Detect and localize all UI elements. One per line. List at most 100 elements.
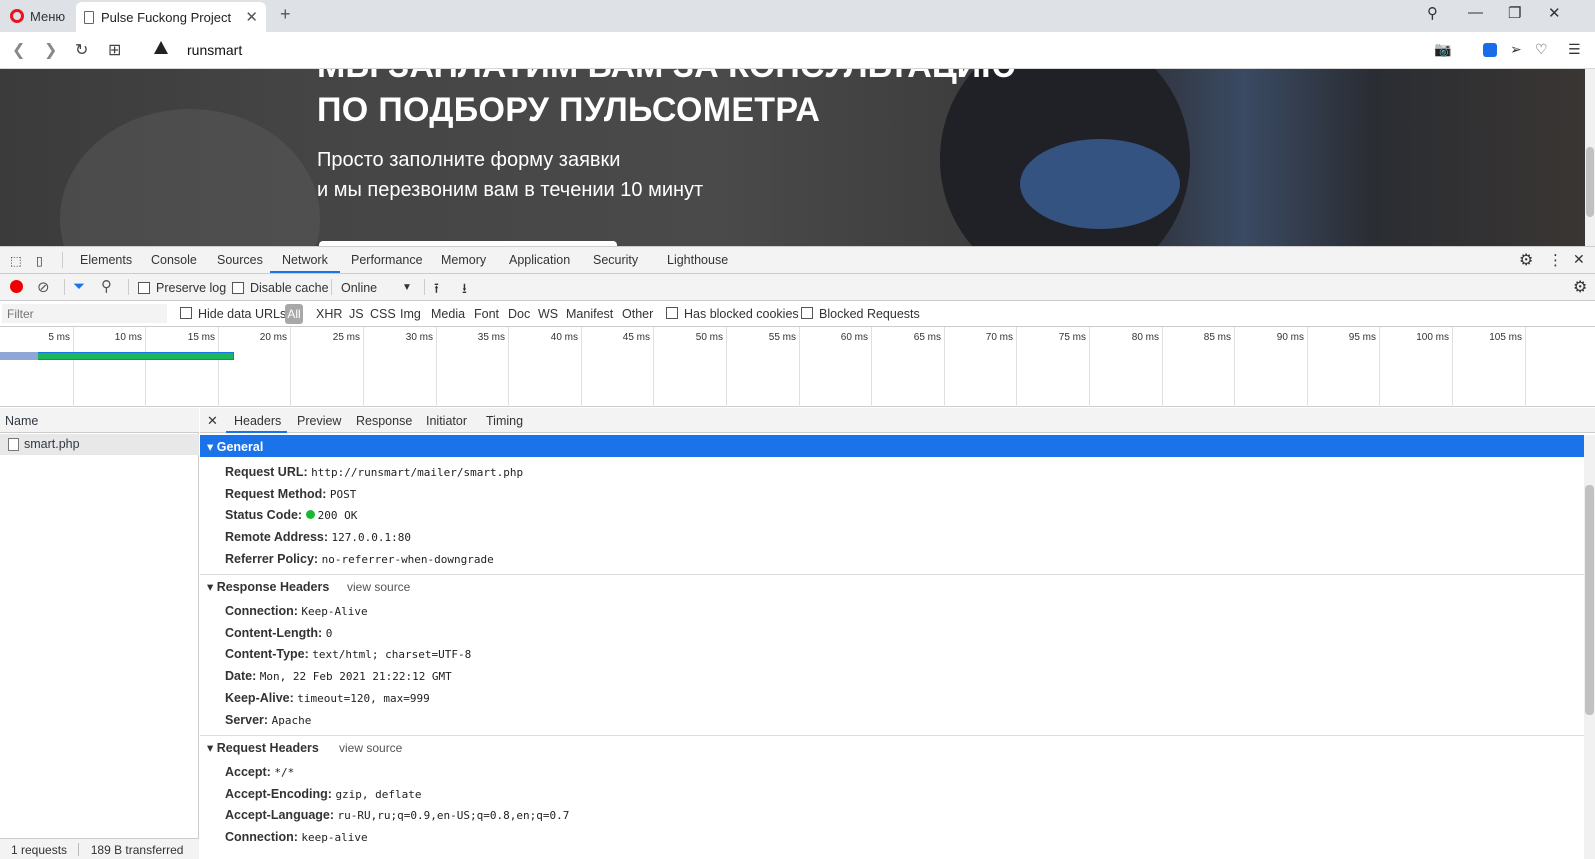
tab-memory[interactable]: Memory xyxy=(441,253,486,267)
heart-icon[interactable]: ♡ xyxy=(1535,41,1548,58)
tab-response[interactable]: Response xyxy=(356,414,412,428)
tab-elements[interactable]: Elements xyxy=(80,253,132,267)
hide-data-urls-checkbox[interactable] xyxy=(180,307,192,319)
filter-type-js[interactable]: JS xyxy=(349,307,364,321)
throttling-select[interactable]: Online xyxy=(341,281,377,295)
timeline-tick-label: 30 ms xyxy=(405,332,433,343)
chevron-down-icon[interactable]: ▼ xyxy=(402,282,412,293)
filter-type-manifest[interactable]: Manifest xyxy=(566,307,613,321)
disable-cache-checkbox[interactable] xyxy=(232,282,244,294)
tab-performance[interactable]: Performance xyxy=(351,253,423,267)
view-source-link[interactable]: view source xyxy=(339,741,402,755)
request-name: smart.php xyxy=(24,437,80,451)
preserve-log-checkbox[interactable] xyxy=(138,282,150,294)
timeline-tick-label: 105 ms xyxy=(1489,332,1522,343)
close-window-icon[interactable]: ✕ xyxy=(1548,4,1561,22)
tab-preview[interactable]: Preview xyxy=(297,414,341,428)
opera-logo-icon xyxy=(10,9,24,23)
filter-type-css[interactable]: CSS xyxy=(370,307,396,321)
page-scrollbar[interactable] xyxy=(1585,69,1595,246)
filter-type-font[interactable]: Font xyxy=(474,307,499,321)
timeline-tick-label: 40 ms xyxy=(550,332,578,343)
tab-console[interactable]: Console xyxy=(151,253,197,267)
timeline-tick-label: 20 ms xyxy=(259,332,287,343)
tab-sources[interactable]: Sources xyxy=(217,253,263,267)
timeline-tick-label: 100 ms xyxy=(1416,332,1449,343)
search-tabs-icon[interactable]: ⚲ xyxy=(1427,4,1438,22)
import-har-icon[interactable]: ⭱ xyxy=(434,278,439,302)
filter-type-media[interactable]: Media xyxy=(431,307,465,321)
inspect-element-icon[interactable]: ⬚ xyxy=(10,253,22,268)
record-icon[interactable] xyxy=(10,280,23,293)
filter-type-ws[interactable]: WS xyxy=(538,307,558,321)
url-field[interactable]: runsmart xyxy=(187,42,242,58)
opera-menu-button[interactable]: Меню xyxy=(0,0,74,32)
timeline-gridline xyxy=(944,327,945,407)
blocked-requests-checkbox[interactable] xyxy=(801,307,813,319)
filter-icon[interactable]: ⏷ xyxy=(73,278,85,295)
send-icon[interactable]: ➢ xyxy=(1510,41,1522,58)
close-tab-icon[interactable]: ✕ xyxy=(245,8,258,26)
filter-type-img[interactable]: Img xyxy=(400,307,421,321)
page-scrollbar-thumb[interactable] xyxy=(1586,147,1594,217)
filter-type-xhr[interactable]: XHR xyxy=(316,307,342,321)
export-har-icon[interactable]: ⭳ xyxy=(462,278,467,302)
header-row: Date: Mon, 22 Feb 2021 21:22:12 GMT xyxy=(225,669,452,683)
detail-scrollbar[interactable] xyxy=(1584,435,1595,859)
minimize-icon[interactable]: — xyxy=(1468,4,1483,21)
detail-scrollbar-thumb[interactable] xyxy=(1585,485,1594,715)
snapshot-icon[interactable]: 📷 xyxy=(1434,41,1451,58)
timeline-tick-label: 5 ms xyxy=(48,332,70,343)
maximize-icon[interactable]: ❐ xyxy=(1508,4,1521,22)
network-settings-icon[interactable]: ⚙ xyxy=(1573,277,1587,297)
header-row: Server: Apache xyxy=(225,713,311,727)
filter-input[interactable] xyxy=(2,304,167,323)
timeline-tick-label: 60 ms xyxy=(840,332,868,343)
speed-dial-icon[interactable]: ⊞ xyxy=(108,40,121,60)
header-row: Connection: keep-alive xyxy=(225,830,368,844)
network-overview-timeline[interactable]: 5 ms 10 ms 15 ms 20 ms 25 ms 30 ms 35 ms 40 ms 4… xyxy=(0,327,1595,407)
tab-initiator[interactable]: Initiator xyxy=(426,414,467,428)
header-key: Request Method: xyxy=(225,486,327,501)
tab-application[interactable]: Application xyxy=(509,253,570,267)
header-row: Connection: Keep-Alive xyxy=(225,604,368,618)
timeline-gridline xyxy=(799,327,800,407)
close-detail-icon[interactable]: ✕ xyxy=(207,413,218,429)
request-detail: ✕ Headers Preview Response Initiator Tim… xyxy=(200,408,1595,859)
tab-security[interactable]: Security xyxy=(593,253,638,267)
filter-type-all[interactable]: All xyxy=(285,304,303,324)
back-icon[interactable]: ❮ xyxy=(12,40,25,60)
browser-tab[interactable]: Pulse Fuckong Project ✕ xyxy=(76,2,266,32)
general-section-header[interactable]: ▾ General xyxy=(200,435,1591,457)
response-headers-section-header[interactable]: ▾ Response Headers view source xyxy=(200,574,1591,596)
tab-headers[interactable]: Headers xyxy=(234,414,281,428)
request-headers-section-header[interactable]: ▾ Request Headers view source xyxy=(200,735,1591,757)
settings-gear-icon[interactable]: ⚙ xyxy=(1519,250,1533,270)
filter-type-doc[interactable]: Doc xyxy=(508,307,530,321)
clear-icon[interactable]: ⊘ xyxy=(37,278,50,296)
name-column-header[interactable]: Name xyxy=(0,408,199,433)
has-blocked-cookies-checkbox[interactable] xyxy=(666,307,678,319)
has-blocked-cookies-label: Has blocked cookies xyxy=(684,307,799,321)
new-tab-button[interactable]: + xyxy=(280,4,291,25)
search-icon[interactable]: ⚲ xyxy=(101,277,112,295)
easy-setup-icon[interactable]: ☰ xyxy=(1568,41,1581,58)
tab-network[interactable]: Network xyxy=(282,253,328,267)
timeline-gridline xyxy=(1525,327,1526,407)
header-value: 0 xyxy=(325,626,333,640)
timeline-tick-label: 80 ms xyxy=(1131,332,1159,343)
tab-timing[interactable]: Timing xyxy=(486,414,523,428)
device-toolbar-icon[interactable]: ▯ xyxy=(36,253,43,268)
view-source-link[interactable]: view source xyxy=(347,580,410,594)
tab-lighthouse[interactable]: Lighthouse xyxy=(667,253,728,267)
header-key: Referrer Policy: xyxy=(225,551,319,566)
more-options-icon[interactable]: ⋮ xyxy=(1548,251,1563,269)
reload-icon[interactable]: ↻ xyxy=(75,40,88,60)
request-row[interactable]: smart.php xyxy=(0,434,199,455)
filter-type-other[interactable]: Other xyxy=(622,307,653,321)
header-value: text/html; charset=UTF-8 xyxy=(312,648,472,662)
vpn-icon[interactable] xyxy=(1483,43,1497,57)
not-secure-icon[interactable] xyxy=(154,41,168,54)
forward-icon[interactable]: ❯ xyxy=(44,40,57,60)
close-devtools-icon[interactable]: ✕ xyxy=(1573,251,1585,268)
